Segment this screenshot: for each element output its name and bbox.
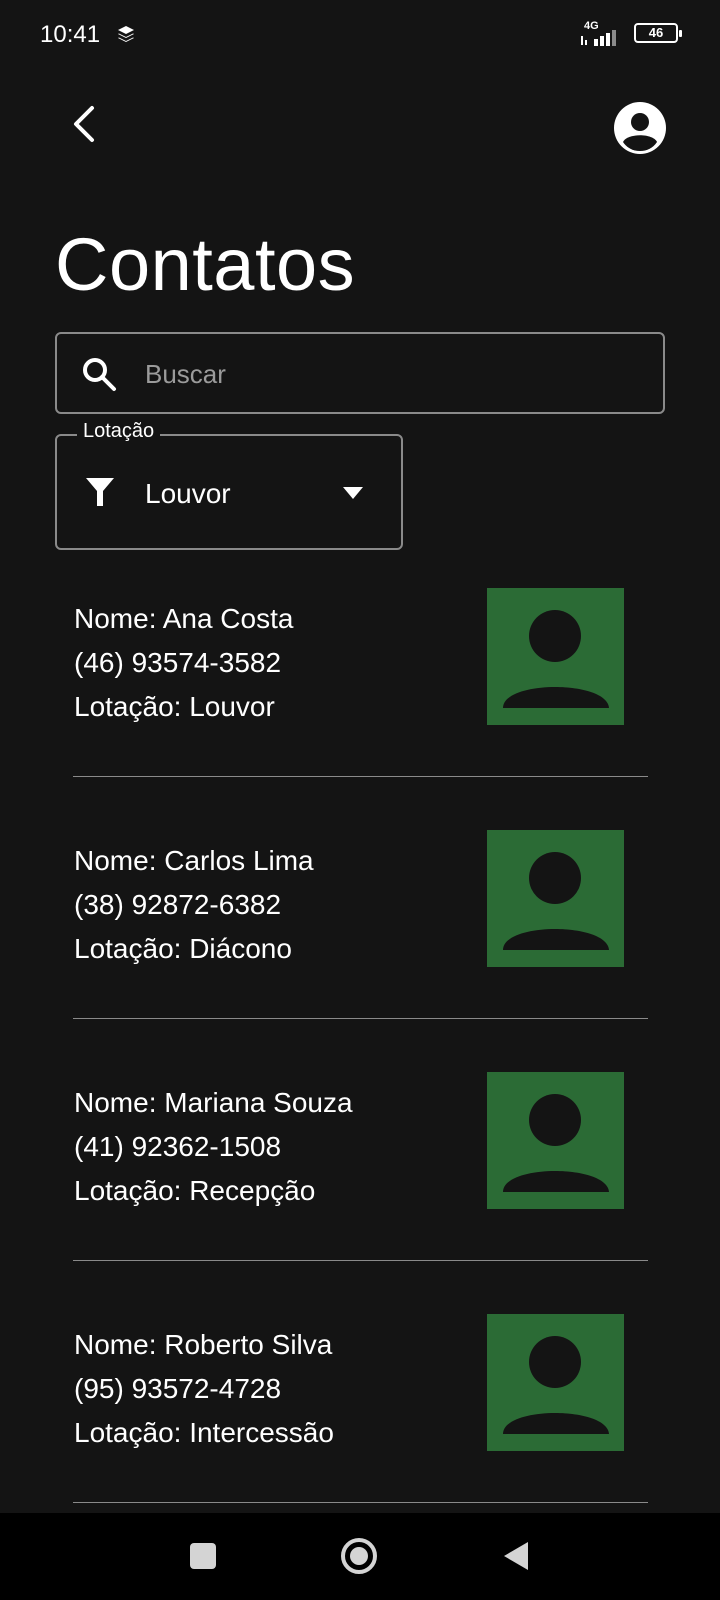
status-bar: 10:41 4G 46	[0, 0, 720, 70]
contact-lotacao: Lotação: Intercessão	[74, 1417, 334, 1448]
contact-item[interactable]: Nome: Carlos Lima (38) 92872-6382 Lotaçã…	[0, 802, 720, 1044]
status-time: 10:41	[40, 21, 101, 48]
contact-phone: (95) 93572-4728	[74, 1373, 282, 1404]
divider	[73, 1502, 648, 1503]
person-icon	[503, 1336, 609, 1434]
contact-info: Nome: Ana Costa (46) 93574-3582 Lotação:…	[74, 597, 293, 729]
person-icon	[503, 610, 609, 708]
contact-lotacao: Lotação: Louvor	[74, 691, 275, 722]
search-input[interactable]	[143, 348, 647, 400]
recents-button[interactable]	[190, 1543, 216, 1569]
contact-item[interactable]: Nome: Roberto Silva (95) 93572-4728 Lota…	[0, 1286, 720, 1528]
battery-indicator: 46	[634, 23, 682, 43]
funnel-icon	[86, 478, 114, 506]
divider	[73, 776, 648, 777]
filter-label: Lotação	[77, 420, 161, 443]
contact-name: Nome: Ana Costa	[74, 603, 294, 634]
contact-info: Nome: Mariana Souza (41) 92362-1508 Lota…	[74, 1081, 353, 1213]
page-title: Contatos	[55, 223, 356, 306]
home-button[interactable]	[340, 1537, 378, 1575]
contact-item[interactable]: Nome: Ana Costa (46) 93574-3582 Lotação:…	[0, 560, 720, 802]
contact-name: Nome: Roberto Silva	[74, 1329, 333, 1360]
person-icon	[503, 852, 609, 950]
contact-lotacao: Lotação: Diácono	[74, 933, 292, 964]
filter-value: Louvor	[145, 478, 231, 509]
back-button[interactable]	[62, 100, 110, 148]
contact-name: Nome: Mariana Souza	[74, 1087, 353, 1118]
avatar	[487, 1072, 624, 1209]
system-nav-bar	[0, 1513, 720, 1600]
signal-bars-icon: 4G	[580, 20, 628, 46]
search-icon	[83, 358, 116, 391]
contact-list: Nome: Ana Costa (46) 93574-3582 Lotação:…	[0, 560, 720, 1528]
contact-info: Nome: Roberto Silva (95) 93572-4728 Lota…	[74, 1323, 334, 1455]
contact-phone: (46) 93574-3582	[74, 647, 282, 678]
lotacao-filter-select[interactable]: Lotação Louvor	[55, 420, 403, 550]
search-box[interactable]	[55, 332, 665, 414]
divider	[73, 1260, 648, 1261]
nav-back-button[interactable]	[503, 1541, 529, 1571]
avatar	[487, 830, 624, 967]
contact-lotacao: Lotação: Recepção	[74, 1175, 316, 1206]
avatar	[487, 588, 624, 725]
layers-icon	[118, 26, 134, 42]
contact-info: Nome: Carlos Lima (38) 92872-6382 Lotaçã…	[74, 839, 314, 971]
account-circle-icon[interactable]	[614, 102, 666, 154]
contact-item[interactable]: Nome: Mariana Souza (41) 92362-1508 Lota…	[0, 1044, 720, 1286]
divider	[73, 1018, 648, 1019]
contact-name: Nome: Carlos Lima	[74, 845, 314, 876]
contact-phone: (41) 92362-1508	[74, 1131, 282, 1162]
caret-down-icon	[343, 487, 363, 499]
contact-phone: (38) 92872-6382	[74, 889, 282, 920]
person-icon	[503, 1094, 609, 1192]
avatar	[487, 1314, 624, 1451]
